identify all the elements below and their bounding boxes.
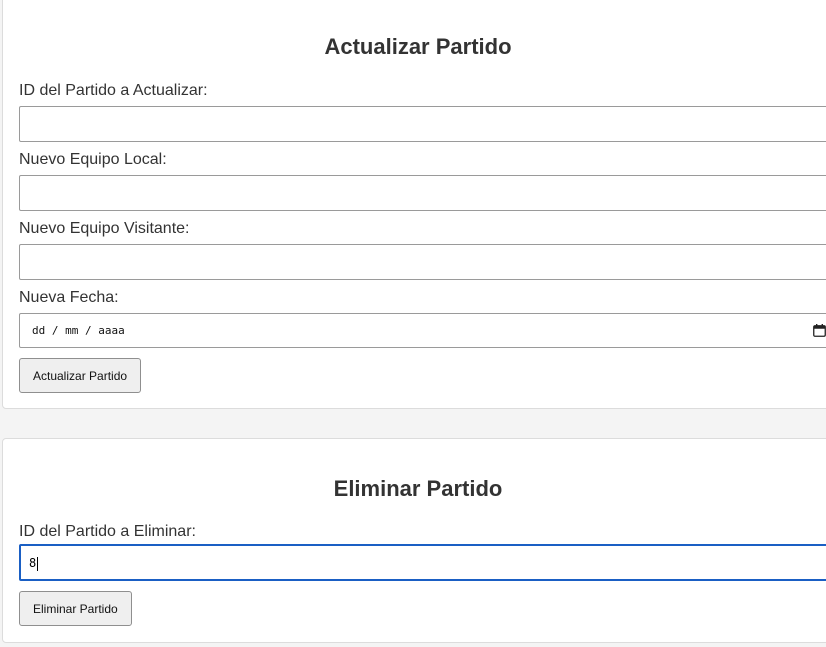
delete-match-button[interactable]: Eliminar Partido xyxy=(19,591,132,626)
delete-match-title: Eliminar Partido xyxy=(333,476,503,501)
new-away-team-input[interactable] xyxy=(19,244,826,280)
delete-match-card: Eliminar Partido ID del Partido a Elimin… xyxy=(2,438,826,643)
new-date-label: Nueva Fecha: xyxy=(19,289,119,306)
delete-id-label: ID del Partido a Eliminar: xyxy=(19,523,196,540)
new-home-team-input[interactable] xyxy=(19,175,826,211)
update-match-card: Actualizar Partido ID del Partido a Actu… xyxy=(2,0,826,409)
new-home-team-label: Nuevo Equipo Local: xyxy=(19,151,167,168)
delete-id-input[interactable]: 8 xyxy=(19,544,826,581)
delete-id-value: 8 xyxy=(29,556,39,571)
date-placeholder: dd / mm / aaaa xyxy=(32,324,125,337)
text-caret xyxy=(37,556,39,571)
update-id-label: ID del Partido a Actualizar: xyxy=(19,82,208,99)
calendar-icon[interactable] xyxy=(813,324,826,337)
new-date-input[interactable]: dd / mm / aaaa xyxy=(19,313,826,348)
update-match-title: Actualizar Partido xyxy=(324,34,512,59)
update-match-button[interactable]: Actualizar Partido xyxy=(19,358,142,393)
update-id-input[interactable] xyxy=(19,106,826,142)
new-away-team-label: Nuevo Equipo Visitante: xyxy=(19,220,190,237)
